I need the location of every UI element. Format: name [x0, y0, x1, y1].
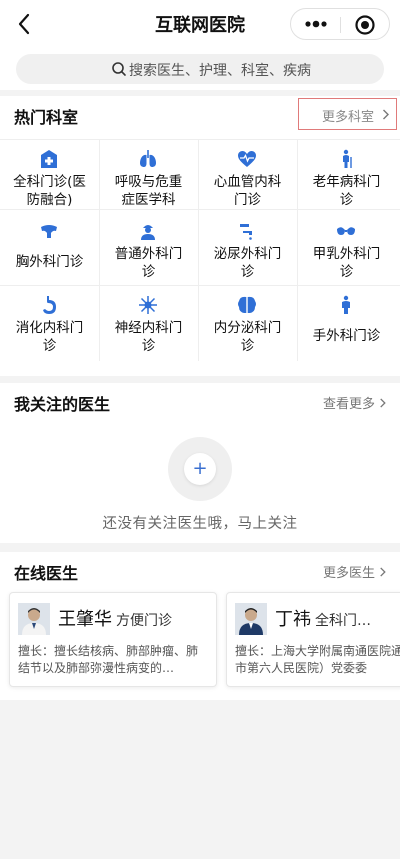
department-label: 诊 [240, 338, 255, 354]
more-departments-link[interactable]: 更多科室 [298, 98, 397, 130]
department-label: 症医学科 [121, 192, 176, 208]
department-label: 心血管内科 [213, 174, 282, 190]
mini-program-capsule [290, 8, 390, 40]
hot-departments-section: 热门科室 更多科室 全科门诊(医 防融合) 呼吸与危重 症医学科 心血管内科 门… [0, 96, 400, 376]
heart-pulse-icon [238, 151, 256, 167]
department-label: 老年病科门 [312, 174, 381, 190]
hand-person-icon [342, 295, 350, 314]
top-bar: 互联网医院 [0, 0, 400, 48]
department-label: 诊 [339, 264, 354, 280]
department-item[interactable]: 呼吸与危重 症医学科 [99, 145, 198, 209]
brain-icon [238, 296, 256, 313]
doctor-name: 王肇华 [58, 609, 112, 630]
chevron-right-icon [380, 567, 386, 577]
neuron-icon [139, 296, 157, 314]
followed-doctors-section: 我关注的医生 查看更多 + 还没有关注医生哦，马上关注 [0, 383, 400, 543]
department-item[interactable]: 胸外科门诊 [0, 217, 99, 285]
department-label: 全科门诊(医 [13, 174, 86, 190]
chest-icon [41, 225, 57, 238]
department-label: 诊 [339, 192, 354, 208]
more-dots-icon[interactable] [302, 14, 330, 34]
add-follow-button[interactable]: + [184, 453, 216, 485]
search-placeholder: 搜索医生、护理、科室、疾病 [129, 63, 311, 79]
department-label: 内分泌科门 [213, 320, 282, 336]
doctor-department: 方便门诊 [116, 613, 172, 629]
doctor-specialty: 擅长：擅长结核病、肺部肿瘤、肺结节以及肺部弥漫性病变的… [18, 644, 199, 675]
department-label: 防融合) [26, 192, 73, 208]
capsule-divider [340, 17, 341, 33]
bra-icon [337, 227, 355, 235]
grid-divider [0, 285, 400, 286]
search-bar-wrapper: 搜索医生、护理、科室、疾病 [0, 48, 400, 90]
department-label: 消化内科门 [15, 320, 84, 336]
department-item[interactable]: 甲乳外科门诊 [297, 217, 396, 285]
department-item[interactable]: 老年病科门诊 [297, 145, 396, 209]
stomach-icon [43, 296, 56, 314]
department-item[interactable]: 心血管内科 门诊 [198, 145, 297, 209]
chevron-right-icon [383, 109, 389, 120]
department-item[interactable]: 全科门诊(医 防融合) [0, 145, 99, 209]
followed-doctors-title: 我关注的医生 [14, 395, 111, 414]
department-label: 神经内科门 [114, 320, 183, 336]
lungs-icon [140, 150, 156, 167]
department-item[interactable]: 泌尿外科门诊 [198, 217, 297, 285]
department-item[interactable]: 普通外科门诊 [99, 217, 198, 285]
department-label: 甲乳外科门 [312, 246, 381, 262]
department-label: 诊 [141, 264, 156, 280]
more-doctors-label: 更多医生 [323, 566, 376, 581]
doctor-name: 丁祎 [275, 609, 311, 630]
department-label: 手外科门诊 [312, 328, 381, 344]
department-label: 诊 [240, 264, 255, 280]
page-background [0, 700, 400, 859]
elderly-icon [343, 149, 352, 168]
faucet-icon [240, 224, 252, 240]
department-item[interactable]: 消化内科门诊 [0, 291, 99, 359]
more-departments-label: 更多科室 [322, 110, 375, 125]
empty-state-text[interactable]: 还没有关注医生哦，马上关注 [0, 512, 400, 533]
department-item[interactable]: 神经内科门诊 [99, 291, 198, 359]
hospital-icon [41, 150, 57, 168]
search-input[interactable]: 搜索医生、护理、科室、疾病 [16, 54, 384, 84]
surgeon-icon [141, 225, 155, 240]
department-label: 普通外科门 [114, 246, 183, 262]
online-doctors-title: 在线医生 [14, 564, 79, 583]
department-label: 胸外科门诊 [15, 254, 84, 270]
department-item[interactable]: 手外科门诊 [297, 291, 396, 359]
department-label: 诊 [141, 338, 156, 354]
hot-departments-title: 热门科室 [14, 108, 79, 127]
grid-divider [0, 139, 400, 140]
doctor-specialty: 擅长：上海大学附属南通医院通市第六人民医院）党委委 [235, 644, 400, 675]
grid-divider [0, 209, 400, 210]
department-label: 诊 [42, 338, 57, 354]
avatar [235, 603, 267, 635]
department-label: 呼吸与危重 [114, 174, 183, 190]
doctor-card[interactable]: 王肇华 方便门诊 擅长：擅长结核病、肺部肿瘤、肺结节以及肺部弥漫性病变的… [9, 592, 217, 687]
empty-state-circle: + [168, 437, 232, 501]
doctor-department: 全科门… [315, 613, 371, 629]
more-doctors-link[interactable]: 更多医生 [323, 562, 387, 581]
department-label: 泌尿外科门 [213, 246, 282, 262]
department-label: 门诊 [234, 192, 261, 208]
target-circle-icon[interactable] [354, 14, 376, 36]
department-item[interactable]: 内分泌科门诊 [198, 291, 297, 359]
chevron-right-icon [380, 398, 386, 408]
search-icon [112, 62, 126, 76]
view-more-link[interactable]: 查看更多 [323, 393, 387, 412]
doctor-card[interactable]: 丁祎 全科门… 擅长：上海大学附属南通医院通市第六人民医院）党委委 [226, 592, 400, 687]
avatar [18, 603, 50, 635]
view-more-label: 查看更多 [323, 397, 376, 412]
online-doctors-section: 在线医生 更多医生 王肇华 方便门诊 擅长：擅长结核病、肺部肿瘤、肺结节以及肺部弥… [0, 552, 400, 700]
